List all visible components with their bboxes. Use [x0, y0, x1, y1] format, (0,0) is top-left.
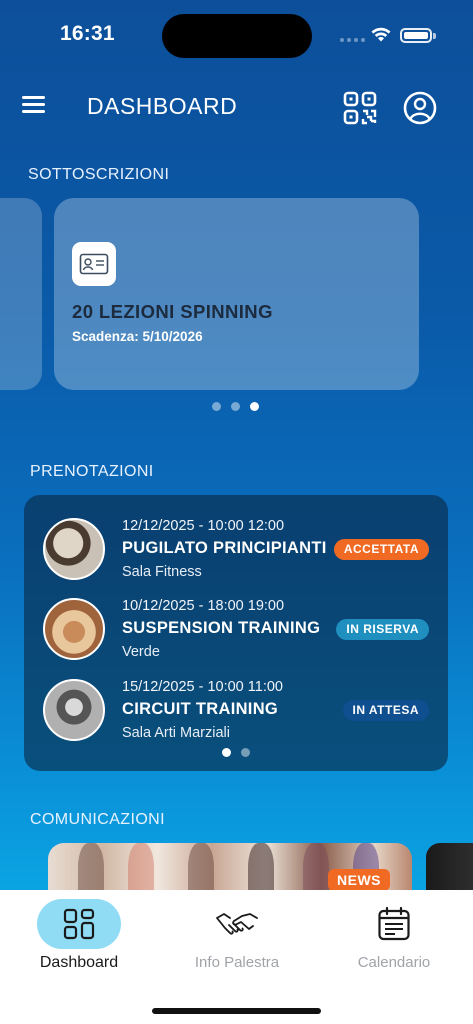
- qr-code-icon[interactable]: [342, 90, 378, 126]
- status-bar: 16:31: [0, 0, 473, 70]
- pager-dot[interactable]: [231, 402, 240, 411]
- app-header: DASHBOARD: [0, 80, 473, 136]
- tab-info-palestra[interactable]: Info Palestra: [162, 898, 312, 978]
- booking-row[interactable]: 15/12/2025 - 10:00 11:00 CIRCUIT TRAININ…: [24, 676, 448, 746]
- tab-active-indicator: [37, 899, 121, 949]
- membership-card-icon: [72, 242, 116, 286]
- booking-room: Sala Fitness: [122, 564, 202, 580]
- class-thumbnail: [43, 518, 105, 580]
- tab-label: Dashboard: [39, 954, 119, 971]
- status-badge: IN ATTESA: [342, 700, 429, 721]
- user-profile-icon[interactable]: [402, 90, 438, 126]
- pager-dot[interactable]: [241, 748, 250, 757]
- subscription-expiry: Scadenza: 5/10/2026: [72, 329, 203, 344]
- class-thumbnail: [43, 679, 105, 741]
- bookings-title: PRENOTAZIONI: [30, 463, 154, 480]
- wifi-icon: [371, 27, 391, 42]
- hamburger-icon: [22, 96, 45, 99]
- status-time: 16:31: [60, 22, 115, 45]
- pager-dot-active[interactable]: [222, 748, 231, 757]
- handshake-icon: [216, 913, 258, 935]
- subscription-name: 20 LEZIONI SPINNING: [72, 301, 273, 322]
- pager-dot[interactable]: [212, 402, 221, 411]
- booking-row[interactable]: 10/12/2025 - 18:00 19:00 SUSPENSION TRAI…: [24, 595, 448, 665]
- communications-title: COMUNICAZIONI: [30, 811, 165, 828]
- dashboard-grid-icon: [63, 908, 95, 940]
- news-badge: NEWS: [328, 869, 390, 891]
- menu-button[interactable]: [22, 96, 46, 116]
- bookings-pager: [222, 748, 250, 757]
- home-indicator: [152, 1008, 321, 1014]
- tab-dashboard[interactable]: Dashboard: [4, 898, 154, 978]
- booking-class-name: SUSPENSION TRAINING: [122, 619, 321, 637]
- booking-datetime: 15/12/2025 - 10:00 11:00: [122, 679, 283, 695]
- dynamic-island: [162, 14, 312, 58]
- battery-tip: [433, 33, 436, 39]
- bottom-tab-bar: Dashboard Info Palestra Calendario: [0, 890, 473, 1024]
- tab-label: Info Palestra: [194, 954, 280, 971]
- subscriptions-pager: [212, 402, 259, 411]
- booking-room: Sala Arti Marziali: [122, 725, 230, 741]
- page-title: DASHBOARD: [87, 93, 238, 119]
- subscriptions-title: SOTTOSCRIZIONI: [28, 166, 170, 183]
- tab-label: Calendario: [357, 954, 431, 971]
- battery-icon: [400, 28, 432, 43]
- subscription-card[interactable]: 20 LEZIONI SPINNING Scadenza: 5/10/2026: [54, 198, 419, 390]
- booking-datetime: 12/12/2025 - 10:00 12:00: [122, 518, 285, 534]
- booking-class-name: CIRCUIT TRAINING: [122, 700, 279, 718]
- status-badge: IN RISERVA: [336, 619, 429, 640]
- pager-dot-active[interactable]: [250, 402, 259, 411]
- booking-row[interactable]: 12/12/2025 - 10:00 12:00 PUGILATO PRINCI…: [24, 515, 448, 585]
- calendar-icon: [378, 906, 410, 941]
- status-badge: ACCETTATA: [333, 539, 429, 560]
- cellular-signal-icon: [340, 38, 365, 42]
- booking-datetime: 10/12/2025 - 18:00 19:00: [122, 598, 285, 614]
- booking-class-name: PUGILATO PRINCIPIANTI: [122, 539, 327, 557]
- bookings-card: 12/12/2025 - 10:00 12:00 PUGILATO PRINCI…: [24, 495, 448, 771]
- class-thumbnail: [43, 598, 105, 660]
- booking-room: Verde: [122, 644, 160, 660]
- tab-calendario[interactable]: Calendario: [319, 898, 469, 978]
- subscription-card-previous[interactable]: [0, 198, 42, 390]
